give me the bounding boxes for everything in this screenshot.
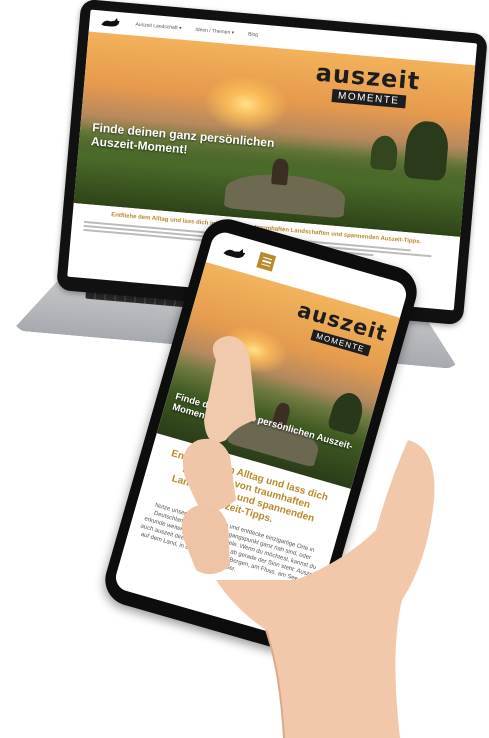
laptop-hero-image: auszeit MOMENTE Finde deinen ganz persön… <box>73 31 476 237</box>
brand-sub: MOMENTE <box>331 89 406 109</box>
laptop-nav-item-1[interactable]: Auszeit Landschaft ▾ <box>135 22 182 32</box>
tree <box>369 134 399 171</box>
hamburger-menu-icon[interactable] <box>256 251 277 272</box>
hand-illustration <box>181 336 435 738</box>
laptop-brand: auszeit MOMENTE <box>313 58 422 111</box>
cat-logo-icon <box>101 17 120 27</box>
laptop-nav-item-2[interactable]: Ideen / Themen ▾ <box>195 27 234 36</box>
tree <box>403 119 451 182</box>
laptop-nav-item-3[interactable]: Blog <box>248 31 259 38</box>
photo-stage: Auszeit Landschaft ▾ Ideen / Themen ▾ Bl… <box>0 0 489 738</box>
brand-main: auszeit <box>314 58 422 96</box>
cat-logo-icon <box>223 248 246 259</box>
